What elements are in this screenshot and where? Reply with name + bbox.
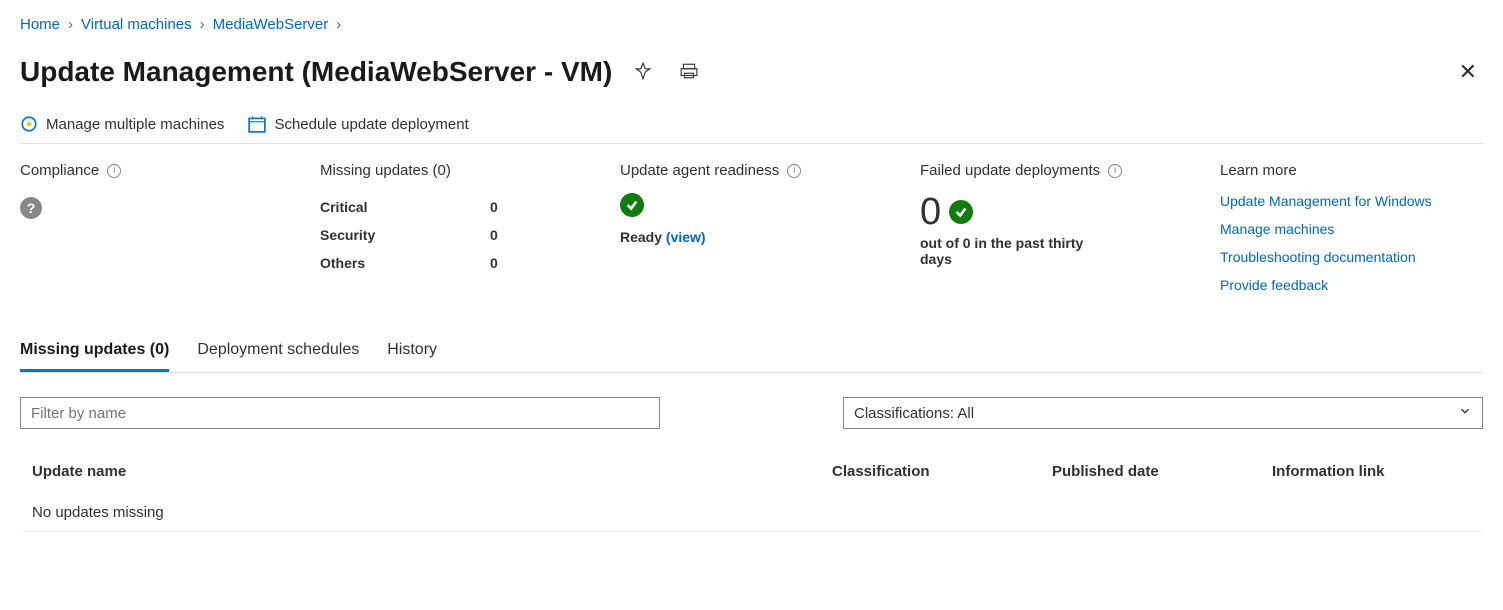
agent-view-link[interactable]: (view) bbox=[666, 229, 706, 245]
filter-by-name-input[interactable] bbox=[20, 397, 660, 429]
col-information-link[interactable]: Information link bbox=[1272, 463, 1471, 480]
row-value: 0 bbox=[490, 249, 498, 277]
classifications-dropdown[interactable]: Classifications: All bbox=[843, 397, 1483, 429]
table-empty-row: No updates missing bbox=[20, 494, 1483, 532]
link-manage-machines[interactable]: Manage machines bbox=[1220, 221, 1483, 237]
failed-count: 0 bbox=[920, 193, 941, 231]
row-value: 0 bbox=[490, 193, 498, 221]
chevron-right-icon: › bbox=[336, 16, 341, 33]
table-row: Others 0 bbox=[320, 249, 580, 277]
calendar-icon bbox=[248, 115, 266, 133]
card-heading: Failed update deployments i bbox=[920, 162, 1180, 179]
card-heading: Update agent readiness i bbox=[620, 162, 880, 179]
table-row: Critical 0 bbox=[320, 193, 580, 221]
dropdown-label: Classifications: All bbox=[854, 405, 974, 422]
breadcrumb: Home › Virtual machines › MediaWebServer… bbox=[20, 16, 1483, 33]
check-icon bbox=[949, 200, 973, 224]
toolbar-label: Schedule update deployment bbox=[274, 116, 468, 133]
col-classification[interactable]: Classification bbox=[832, 463, 1052, 480]
link-troubleshooting-docs[interactable]: Troubleshooting documentation bbox=[1220, 249, 1483, 265]
agent-status-text: Ready bbox=[620, 229, 662, 245]
link-update-management-windows[interactable]: Update Management for Windows bbox=[1220, 193, 1483, 209]
summary-row: Compliance i ? Missing updates (0) Criti… bbox=[20, 162, 1483, 293]
missing-updates-heading: Missing updates (0) bbox=[320, 162, 451, 179]
gear-icon bbox=[20, 115, 38, 133]
failed-count-row: 0 bbox=[920, 193, 1180, 231]
print-button[interactable] bbox=[674, 56, 704, 89]
check-icon bbox=[620, 193, 644, 217]
info-icon[interactable]: i bbox=[1108, 164, 1122, 178]
filter-row: Classifications: All bbox=[20, 397, 1483, 429]
close-icon: ✕ bbox=[1459, 59, 1477, 85]
toolbar-label: Manage multiple machines bbox=[46, 116, 224, 133]
page-header: Update Management (MediaWebServer - VM) … bbox=[20, 53, 1483, 91]
chevron-right-icon: › bbox=[68, 16, 73, 33]
agent-readiness-heading: Update agent readiness bbox=[620, 162, 779, 179]
card-heading: Compliance i bbox=[20, 162, 280, 179]
agent-readiness-card: Update agent readiness i Ready (view) bbox=[620, 162, 880, 293]
breadcrumb-home[interactable]: Home bbox=[20, 16, 60, 33]
learn-more-links: Update Management for Windows Manage mac… bbox=[1220, 193, 1483, 293]
close-button[interactable]: ✕ bbox=[1453, 53, 1483, 91]
row-label: Others bbox=[320, 249, 390, 277]
print-icon bbox=[680, 62, 698, 83]
breadcrumb-virtual-machines[interactable]: Virtual machines bbox=[81, 16, 192, 33]
manage-multiple-machines-button[interactable]: Manage multiple machines bbox=[20, 115, 224, 133]
row-value: 0 bbox=[490, 221, 498, 249]
failed-deployments-heading: Failed update deployments bbox=[920, 162, 1100, 179]
agent-status: Ready (view) bbox=[620, 229, 880, 245]
pin-button[interactable] bbox=[628, 56, 658, 89]
table-row: Security 0 bbox=[320, 221, 580, 249]
chevron-right-icon: › bbox=[200, 16, 205, 33]
compliance-card: Compliance i ? bbox=[20, 162, 280, 293]
row-label: Critical bbox=[320, 193, 390, 221]
breadcrumb-mediawebserver[interactable]: MediaWebServer bbox=[213, 16, 329, 33]
learn-more-card: Learn more Update Management for Windows… bbox=[1220, 162, 1483, 293]
info-icon[interactable]: i bbox=[787, 164, 801, 178]
table-header-row: Update name Classification Published dat… bbox=[20, 453, 1483, 494]
card-heading: Missing updates (0) bbox=[320, 162, 580, 179]
info-icon[interactable]: i bbox=[107, 164, 121, 178]
chevron-down-icon bbox=[1458, 404, 1472, 422]
tab-deployment-schedules[interactable]: Deployment schedules bbox=[197, 333, 359, 372]
missing-updates-table: Critical 0 Security 0 Others 0 bbox=[320, 193, 580, 277]
compliance-heading: Compliance bbox=[20, 162, 99, 179]
tab-missing-updates[interactable]: Missing updates (0) bbox=[20, 333, 169, 372]
col-published-date[interactable]: Published date bbox=[1052, 463, 1272, 480]
failed-subtext: out of 0 in the past thirty days bbox=[920, 235, 1110, 267]
updates-table: Update name Classification Published dat… bbox=[20, 453, 1483, 532]
failed-deployments-card: Failed update deployments i 0 out of 0 i… bbox=[920, 162, 1180, 293]
link-provide-feedback[interactable]: Provide feedback bbox=[1220, 277, 1483, 293]
schedule-update-deployment-button[interactable]: Schedule update deployment bbox=[248, 115, 468, 133]
toolbar: Manage multiple machines Schedule update… bbox=[20, 115, 1483, 144]
learn-more-heading: Learn more bbox=[1220, 162, 1297, 179]
pin-icon bbox=[634, 62, 652, 83]
row-label: Security bbox=[320, 221, 390, 249]
question-icon: ? bbox=[20, 197, 42, 219]
tab-history[interactable]: History bbox=[387, 333, 437, 372]
tabbar: Missing updates (0) Deployment schedules… bbox=[20, 333, 1483, 373]
col-update-name[interactable]: Update name bbox=[32, 463, 832, 480]
page-title: Update Management (MediaWebServer - VM) bbox=[20, 56, 612, 88]
missing-updates-card: Missing updates (0) Critical 0 Security … bbox=[320, 162, 580, 293]
card-heading: Learn more bbox=[1220, 162, 1483, 179]
